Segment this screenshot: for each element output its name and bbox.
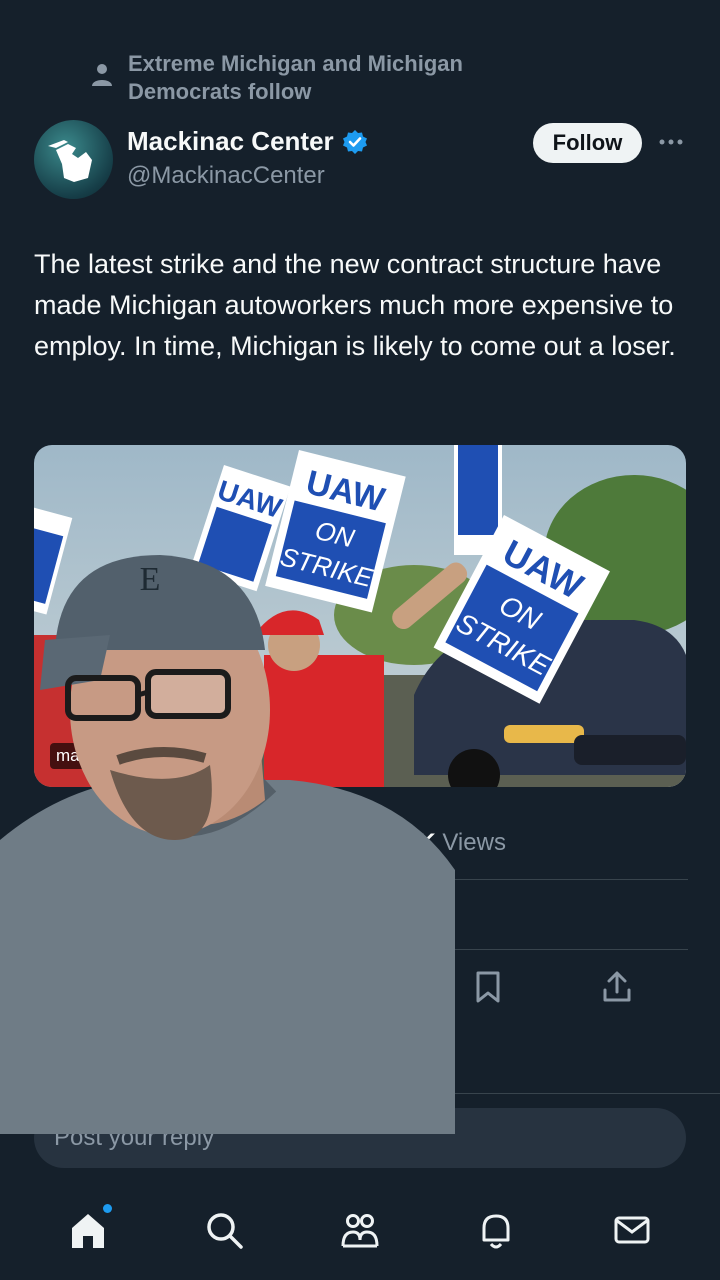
verified-badge-icon bbox=[342, 129, 367, 154]
social-context[interactable]: Extreme Michigan and Michigan Democrats … bbox=[90, 50, 463, 106]
display-name: Mackinac Center bbox=[127, 126, 334, 156]
notifications-icon bbox=[482, 1214, 510, 1249]
tweet-text: The latest strike and the new contract s… bbox=[34, 249, 676, 361]
tweet-header: Mackinac Center @MackinacCenter Follow bbox=[34, 120, 686, 200]
divider bbox=[455, 879, 688, 880]
svg-text:E: E bbox=[140, 561, 161, 598]
social-context-line2: Democrats follow bbox=[128, 79, 312, 104]
bottom-navigation bbox=[0, 1180, 720, 1280]
webcam-overlay: E bbox=[0, 540, 455, 1134]
name-row[interactable]: Mackinac Center bbox=[127, 126, 368, 157]
social-context-line1: Extreme Michigan and Michigan bbox=[128, 51, 463, 76]
follow-button[interactable]: Follow bbox=[533, 123, 642, 163]
nav-communities[interactable] bbox=[338, 1208, 382, 1252]
messages-icon bbox=[614, 1216, 650, 1244]
michigan-logo-icon bbox=[48, 140, 92, 182]
divider bbox=[455, 1093, 720, 1094]
nav-search[interactable] bbox=[202, 1208, 246, 1252]
nav-home[interactable] bbox=[66, 1204, 112, 1252]
communities-icon bbox=[341, 1214, 379, 1248]
home-icon bbox=[72, 1214, 104, 1248]
bookmark-icon[interactable] bbox=[472, 970, 504, 1004]
avatar[interactable] bbox=[34, 120, 113, 199]
share-icon[interactable] bbox=[601, 970, 633, 1004]
divider bbox=[455, 949, 688, 950]
person-icon bbox=[92, 64, 112, 86]
search-icon bbox=[207, 1213, 243, 1249]
author-handle[interactable]: @MackinacCenter bbox=[127, 162, 325, 190]
more-options-icon[interactable] bbox=[657, 130, 685, 154]
notification-dot bbox=[103, 1204, 112, 1213]
nav-messages[interactable] bbox=[610, 1208, 654, 1252]
presenter-video: E bbox=[0, 555, 455, 1134]
nav-notifications[interactable] bbox=[474, 1208, 518, 1252]
